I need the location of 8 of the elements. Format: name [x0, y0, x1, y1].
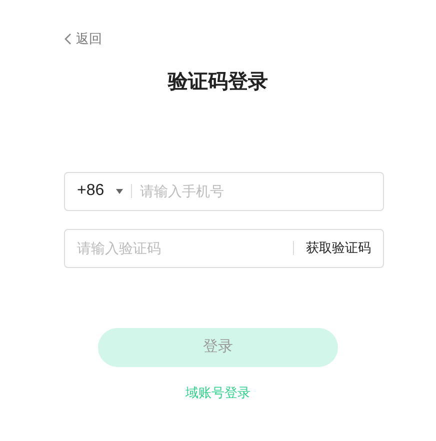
back-button[interactable]: 返回: [64, 29, 102, 48]
phone-field[interactable]: +86 请输入手机号: [64, 172, 384, 210]
dropdown-caret-icon[interactable]: [116, 188, 124, 194]
get-code-button[interactable]: 获取验证码: [306, 238, 371, 258]
country-code[interactable]: +86: [77, 179, 104, 203]
chevron-left-icon: [64, 32, 72, 45]
page-title: 验证码登录: [168, 70, 268, 94]
code-field[interactable]: 请输入验证码 获取验证码: [64, 228, 384, 268]
